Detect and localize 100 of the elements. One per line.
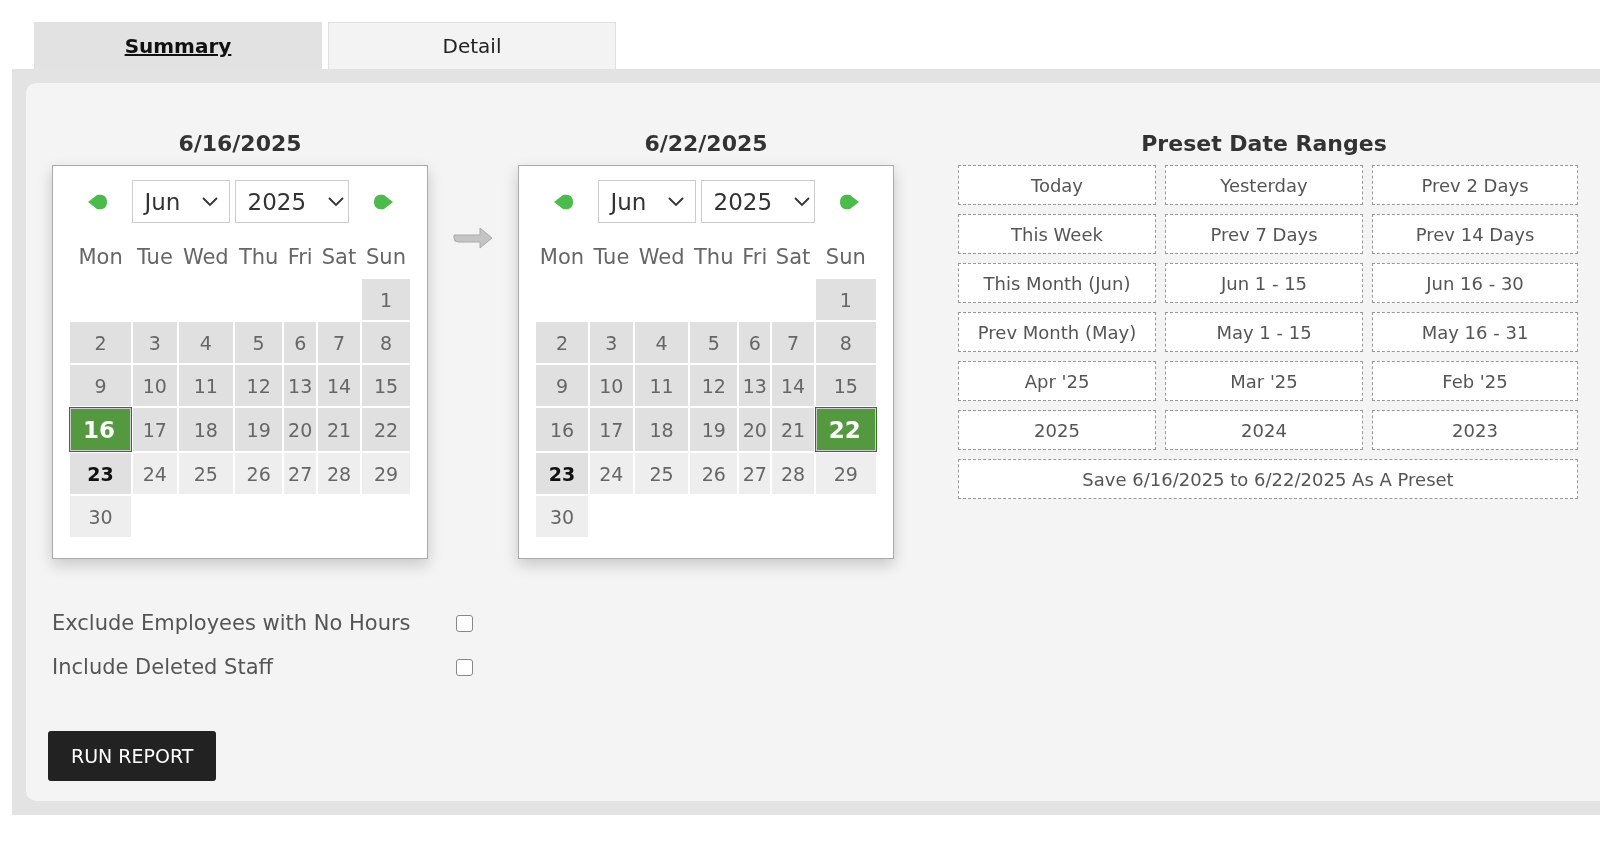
day-cell[interactable]: 18	[634, 408, 689, 451]
preset-button[interactable]: 2024	[1165, 410, 1363, 450]
year-select[interactable]: 2025	[234, 180, 349, 223]
preset-button[interactable]: May 16 - 31	[1372, 312, 1578, 352]
day-cell[interactable]: 6	[739, 322, 771, 363]
day-cell[interactable]: 11	[178, 365, 233, 406]
day-cell[interactable]: 27	[284, 453, 317, 494]
preset-button[interactable]: 2025	[958, 410, 1156, 450]
preset-button[interactable]: This Week	[958, 214, 1156, 254]
day-cell[interactable]: 4	[178, 322, 233, 363]
day-cell[interactable]: 12	[234, 365, 283, 406]
day-cell[interactable]: 28	[318, 453, 360, 494]
preset-button[interactable]: Apr '25	[958, 361, 1156, 401]
day-cell[interactable]: 3	[133, 322, 177, 363]
day-cell[interactable]: 2	[536, 322, 588, 363]
preset-button[interactable]: Prev 2 Days	[1372, 165, 1578, 205]
day-cell[interactable]: 14	[772, 365, 814, 406]
day-cell[interactable]: 24	[133, 453, 177, 494]
preset-button[interactable]: Prev 7 Days	[1165, 214, 1363, 254]
month-select[interactable]: Jun	[131, 180, 230, 223]
weekday-label: Fri	[286, 245, 314, 271]
day-cell[interactable]: 7	[772, 322, 814, 363]
day-cell[interactable]: 8	[815, 322, 876, 363]
day-cell[interactable]: 6	[284, 322, 317, 363]
day-cell[interactable]: 20	[284, 408, 317, 451]
checkbox[interactable]	[456, 658, 473, 676]
weekday-label: Mon	[538, 245, 586, 271]
day-cell[interactable]: 22	[361, 408, 410, 451]
day-cell[interactable]: 5	[690, 322, 738, 363]
day-cell[interactable]: 9	[536, 365, 588, 406]
prev-arrow-icon[interactable]	[86, 192, 109, 211]
tab[interactable]: Summary	[34, 22, 322, 69]
day-cell[interactable]: 9	[70, 365, 132, 406]
day-cell[interactable]: 22	[815, 408, 876, 451]
weekday-label: Fri	[741, 245, 769, 271]
day-cell[interactable]: 26	[690, 453, 738, 494]
day-cell[interactable]: 11	[634, 365, 689, 406]
day-cell[interactable]: 10	[589, 365, 633, 406]
preset-button[interactable]: Yesterday	[1165, 165, 1363, 205]
preset-button[interactable]: Feb '25	[1372, 361, 1578, 401]
day-cell[interactable]: 23	[536, 453, 588, 494]
day-cell[interactable]: 3	[589, 322, 633, 363]
day-cell[interactable]: 2	[70, 322, 132, 363]
presets-title: Preset Date Ranges	[1141, 131, 1387, 158]
day-cell[interactable]: 14	[318, 365, 360, 406]
day-cell[interactable]: 29	[815, 453, 876, 494]
weekday-label: Thu	[237, 245, 280, 271]
checkbox[interactable]	[456, 614, 473, 632]
preset-button[interactable]: Prev Month (May)	[958, 312, 1156, 352]
day-cell[interactable]: 17	[589, 408, 633, 451]
day-cell[interactable]: 8	[361, 322, 410, 363]
day-cell[interactable]: 7	[318, 322, 360, 363]
day-cell[interactable]: 1	[361, 279, 410, 320]
day-cell[interactable]: 25	[634, 453, 689, 494]
preset-button[interactable]: Prev 14 Days	[1372, 214, 1578, 254]
day-cell[interactable]: 15	[361, 365, 410, 406]
save-preset-button[interactable]: Save 6/16/2025 to 6/22/2025 As A Preset	[958, 459, 1578, 499]
day-cell[interactable]: 13	[739, 365, 771, 406]
day-cell[interactable]: 21	[318, 408, 360, 451]
prev-arrow-icon[interactable]	[552, 192, 575, 211]
day-cell[interactable]: 19	[234, 408, 283, 451]
day-cell[interactable]: 28	[772, 453, 814, 494]
run-report-button[interactable]: RUN REPORT	[48, 731, 217, 781]
day-cell[interactable]: 16	[70, 408, 132, 451]
next-arrow-icon[interactable]	[837, 192, 860, 211]
day-cell[interactable]: 21	[772, 408, 814, 451]
month-select[interactable]: Jun	[597, 180, 696, 223]
option-label: Include Deleted Staff	[52, 655, 275, 679]
day-cell[interactable]: 24	[589, 453, 633, 494]
day-cell[interactable]: 12	[690, 365, 738, 406]
tab[interactable]: Detail	[328, 22, 616, 69]
day-cell[interactable]: 17	[133, 408, 177, 451]
preset-button[interactable]: Mar '25	[1165, 361, 1363, 401]
day-cell[interactable]: 20	[739, 408, 771, 451]
day-cell[interactable]: 30	[70, 496, 132, 537]
day-cell[interactable]: 26	[234, 453, 283, 494]
weekday-label: Sat	[320, 245, 358, 271]
next-arrow-icon[interactable]	[371, 192, 394, 211]
preset-button[interactable]: Jun 16 - 30	[1372, 263, 1578, 303]
day-cell[interactable]: 29	[361, 453, 410, 494]
day-cell[interactable]: 25	[178, 453, 233, 494]
preset-button[interactable]: This Month (Jun)	[958, 263, 1156, 303]
day-cell[interactable]: 27	[739, 453, 771, 494]
year-select[interactable]: 2025	[700, 180, 815, 223]
weekday-label: Sat	[774, 245, 812, 271]
day-cell[interactable]: 30	[536, 496, 588, 537]
day-cell[interactable]: 18	[178, 408, 233, 451]
day-cell[interactable]: 16	[536, 408, 588, 451]
day-cell[interactable]: 10	[133, 365, 177, 406]
preset-button[interactable]: 2023	[1372, 410, 1578, 450]
day-cell[interactable]: 5	[234, 322, 283, 363]
day-cell[interactable]: 15	[815, 365, 876, 406]
day-cell[interactable]: 4	[634, 322, 689, 363]
day-cell[interactable]: 23	[70, 453, 132, 494]
preset-button[interactable]: Jun 1 - 15	[1165, 263, 1363, 303]
preset-button[interactable]: Today	[958, 165, 1156, 205]
preset-button[interactable]: May 1 - 15	[1165, 312, 1363, 352]
day-cell[interactable]: 13	[284, 365, 317, 406]
day-cell[interactable]: 1	[815, 279, 876, 320]
day-cell[interactable]: 19	[690, 408, 738, 451]
